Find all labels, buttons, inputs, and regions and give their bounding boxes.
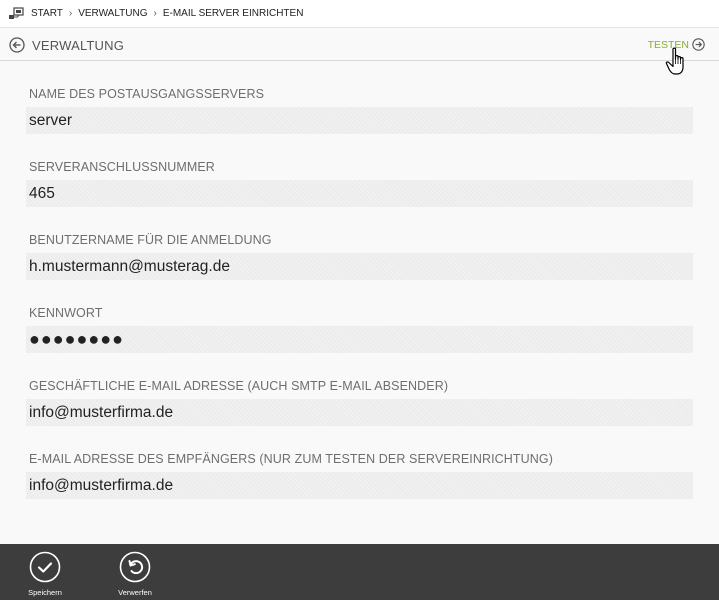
- back-button[interactable]: VERWALTUNG: [9, 37, 124, 53]
- save-button-label: Speichern: [28, 588, 62, 597]
- field-label: E-MAIL ADRESSE DES EMPFÄNGERS (NUR ZUM T…: [29, 452, 553, 466]
- page-header: VERWALTUNG TESTEN: [0, 29, 719, 61]
- back-button-label: VERWALTUNG: [32, 37, 125, 53]
- breadcrumb: START › VERWALTUNG › E-MAIL SERVER EINRI…: [0, 0, 719, 28]
- field-label: GESCHÄFTLICHE E-MAIL ADRESSE (AUCH SMTP …: [29, 379, 449, 393]
- field-username: BENUTZERNAME FÜR DIE ANMELDUNG: [26, 232, 693, 280]
- username-input[interactable]: [26, 253, 693, 280]
- save-button[interactable]: Speichern: [15, 551, 75, 597]
- breadcrumb-separator: ›: [153, 8, 157, 19]
- email-server-form: NAME DES POSTAUSGANGSSERVERS SERVERANSCH…: [26, 62, 693, 499]
- field-label: SERVERANSCHLUSSNUMMER: [29, 160, 215, 174]
- field-outgoing-server: NAME DES POSTAUSGANGSSERVERS: [26, 86, 693, 134]
- field-label: KENNWORT: [29, 306, 103, 320]
- field-server-port: SERVERANSCHLUSSNUMMER: [26, 159, 693, 207]
- arrow-left-circle-icon: [9, 37, 25, 53]
- password-input[interactable]: [26, 326, 693, 353]
- outgoing-server-input[interactable]: [26, 107, 693, 134]
- breadcrumb-item-current: E-MAIL SERVER EINRICHTEN: [162, 8, 304, 19]
- discard-button-label: Verwerfen: [118, 588, 152, 597]
- app-bar: Speichern Verwerfen: [0, 544, 719, 600]
- undo-circle-icon: [119, 551, 151, 583]
- breadcrumb-item-verwaltung[interactable]: VERWALTUNG: [78, 8, 147, 19]
- folder-network-icon: [9, 6, 24, 19]
- field-business-email: GESCHÄFTLICHE E-MAIL ADRESSE (AUCH SMTP …: [26, 378, 693, 426]
- field-label: NAME DES POSTAUSGANGSSERVERS: [29, 87, 265, 101]
- discard-button[interactable]: Verwerfen: [105, 551, 165, 597]
- server-port-input[interactable]: [26, 180, 693, 207]
- field-label: BENUTZERNAME FÜR DIE ANMELDUNG: [29, 233, 272, 247]
- field-recipient-email: E-MAIL ADRESSE DES EMPFÄNGERS (NUR ZUM T…: [26, 451, 693, 499]
- recipient-email-input[interactable]: [26, 472, 693, 499]
- business-email-input[interactable]: [26, 399, 693, 426]
- breadcrumb-item-start[interactable]: START: [31, 8, 63, 19]
- checkmark-circle-icon: [29, 551, 61, 583]
- field-password: KENNWORT: [26, 305, 693, 353]
- breadcrumb-separator: ›: [68, 8, 73, 19]
- arrow-right-circle-icon: [692, 38, 705, 51]
